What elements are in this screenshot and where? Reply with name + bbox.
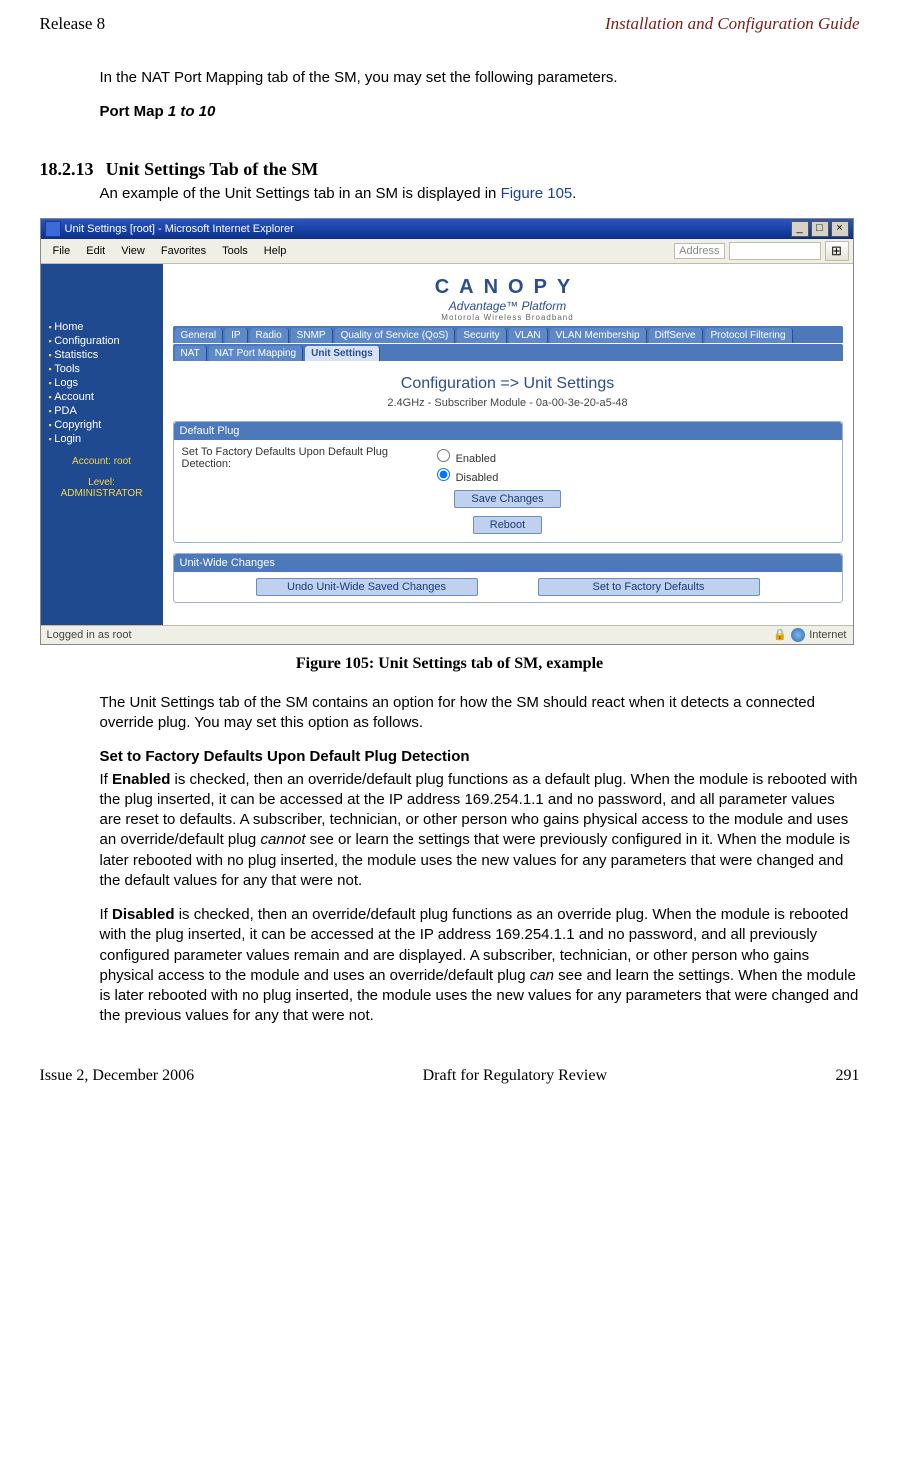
config-page-title: Configuration => Unit Settings	[173, 375, 843, 393]
section-lead-b: .	[572, 185, 576, 202]
header-left: Release 8	[40, 14, 106, 33]
sidebar-item-account[interactable]: Account	[49, 390, 163, 404]
p3a: If	[100, 906, 113, 923]
port-map-range: 1 to 10	[168, 103, 216, 120]
tab-ip[interactable]: IP	[225, 328, 247, 343]
config-page-subtitle: 2.4GHz - Subscriber Module - 0a-00-3e-20…	[173, 397, 843, 409]
default-plug-setting-label: Set To Factory Defaults Upon Default Plu…	[182, 446, 422, 470]
radio-enabled-label[interactable]: Enabled	[432, 446, 499, 465]
address-label: Address	[674, 243, 724, 259]
subheading-set-to-factory: Set to Factory Defaults Upon Default Plu…	[100, 747, 860, 767]
tab-snmp[interactable]: SNMP	[291, 328, 333, 343]
after-p2: If Enabled is checked, then an override/…	[100, 770, 860, 892]
p2-cannot: cannot	[260, 831, 305, 848]
screenshot-window: Unit Settings [root] - Microsoft Interne…	[40, 218, 854, 645]
internet-zone-icon	[791, 628, 805, 642]
sidebar-item-logs[interactable]: Logs	[49, 376, 163, 390]
panel-default-plug: Default Plug Set To Factory Defaults Upo…	[173, 421, 843, 543]
set-factory-defaults-button[interactable]: Set to Factory Defaults	[538, 578, 760, 596]
tab-vlan[interactable]: VLAN	[509, 328, 548, 343]
tab-diffserve[interactable]: DiffServe	[649, 328, 703, 343]
logo-brand: CANOPY	[435, 276, 581, 298]
section-lead: An example of the Unit Settings tab in a…	[100, 184, 860, 204]
undo-unit-wide-button[interactable]: Undo Unit-Wide Saved Changes	[256, 578, 478, 596]
port-map-line: Port Map 1 to 10	[100, 102, 860, 122]
p3-disabled: Disabled	[112, 906, 175, 923]
tab-unit-settings[interactable]: Unit Settings	[305, 346, 380, 361]
ie-icon	[45, 221, 61, 237]
logo-tagline: Motorola Wireless Broadband	[173, 313, 843, 322]
radio-enabled[interactable]	[437, 449, 450, 462]
menu-edit[interactable]: Edit	[78, 243, 113, 259]
statusbar: Logged in as root 🔒 Internet	[41, 625, 853, 644]
tab-row-1: General IP Radio SNMP Quality of Service…	[173, 326, 843, 343]
minimize-button[interactable]: _	[791, 221, 809, 237]
sidebar-item-tools[interactable]: Tools	[49, 362, 163, 376]
radio-enabled-text: Enabled	[456, 453, 496, 465]
footer-center: Draft for Regulatory Review	[194, 1067, 835, 1085]
tab-nat[interactable]: NAT	[175, 346, 207, 361]
section-lead-a: An example of the Unit Settings tab in a…	[100, 185, 501, 202]
tab-protocol-filtering[interactable]: Protocol Filtering	[705, 328, 793, 343]
section-number: 18.2.13	[40, 159, 94, 179]
window-title: Unit Settings [root] - Microsoft Interne…	[65, 223, 294, 235]
tab-vlan-membership[interactable]: VLAN Membership	[550, 328, 647, 343]
status-left: Logged in as root	[47, 629, 132, 641]
p3-can: can	[530, 967, 554, 984]
windows-flag-icon[interactable]: ⊞	[825, 241, 849, 261]
panel-unit-wide-header: Unit-Wide Changes	[174, 554, 842, 572]
radio-disabled-text: Disabled	[456, 472, 499, 484]
window-titlebar: Unit Settings [root] - Microsoft Interne…	[41, 219, 853, 239]
figure-caption: Figure 105: Unit Settings tab of SM, exa…	[40, 655, 860, 673]
logo-subtitle: Advantage™ Platform	[173, 299, 843, 313]
tab-qos[interactable]: Quality of Service (QoS)	[335, 328, 456, 343]
tab-row-2: NAT NAT Port Mapping Unit Settings	[173, 344, 843, 361]
p2-enabled: Enabled	[112, 771, 170, 788]
tab-radio[interactable]: Radio	[250, 328, 289, 343]
p2a: If	[100, 771, 113, 788]
panel-default-plug-header: Default Plug	[174, 422, 842, 440]
port-map-label: Port Map	[100, 103, 168, 120]
lock-icon: 🔒	[773, 628, 787, 642]
sidebar-item-login[interactable]: Login	[49, 432, 163, 446]
sidebar-account-line2: Level: ADMINISTRATOR	[41, 477, 163, 499]
footer-right: 291	[836, 1067, 860, 1085]
menu-file[interactable]: File	[45, 243, 79, 259]
figure-reference-link[interactable]: Figure 105	[501, 185, 573, 202]
menu-tools[interactable]: Tools	[214, 243, 256, 259]
tab-general[interactable]: General	[175, 328, 224, 343]
footer-left: Issue 2, December 2006	[40, 1067, 195, 1085]
after-p1: The Unit Settings tab of the SM contains…	[100, 693, 860, 734]
radio-disabled[interactable]	[437, 468, 450, 481]
sidebar-item-configuration[interactable]: Configuration	[49, 334, 163, 348]
logo-area: CANOPY Advantage™ Platform Motorola Wire…	[173, 270, 843, 326]
menu-help[interactable]: Help	[256, 243, 295, 259]
radio-disabled-label[interactable]: Disabled	[432, 465, 499, 484]
address-input[interactable]	[729, 242, 821, 260]
sidebar-account-line1: Account: root	[41, 456, 163, 467]
panel-unit-wide: Unit-Wide Changes Undo Unit-Wide Saved C…	[173, 553, 843, 603]
save-changes-button[interactable]: Save Changes	[454, 490, 560, 508]
main-pane: CANOPY Advantage™ Platform Motorola Wire…	[163, 264, 853, 625]
maximize-button[interactable]: □	[811, 221, 829, 237]
after-p3: If Disabled is checked, then an override…	[100, 905, 860, 1027]
sidebar-item-home[interactable]: Home	[49, 320, 163, 334]
sidebar-item-statistics[interactable]: Statistics	[49, 348, 163, 362]
menubar: File Edit View Favorites Tools Help Addr…	[41, 239, 853, 264]
sidebar-item-pda[interactable]: PDA	[49, 404, 163, 418]
intro-paragraph: In the NAT Port Mapping tab of the SM, y…	[100, 68, 860, 88]
tab-nat-port-mapping[interactable]: NAT Port Mapping	[209, 346, 303, 361]
section-title: Unit Settings Tab of the SM	[106, 159, 319, 179]
sidebar-item-copyright[interactable]: Copyright	[49, 418, 163, 432]
tab-security[interactable]: Security	[457, 328, 506, 343]
header-right: Installation and Configuration Guide	[605, 14, 860, 34]
menu-favorites[interactable]: Favorites	[153, 243, 214, 259]
sidebar: Home Configuration Statistics Tools Logs…	[41, 264, 163, 625]
reboot-button[interactable]: Reboot	[473, 516, 542, 534]
menu-view[interactable]: View	[113, 243, 153, 259]
page-footer: Issue 2, December 2006 Draft for Regulat…	[40, 1067, 860, 1085]
close-button[interactable]: ×	[831, 221, 849, 237]
status-right: Internet	[809, 629, 846, 641]
